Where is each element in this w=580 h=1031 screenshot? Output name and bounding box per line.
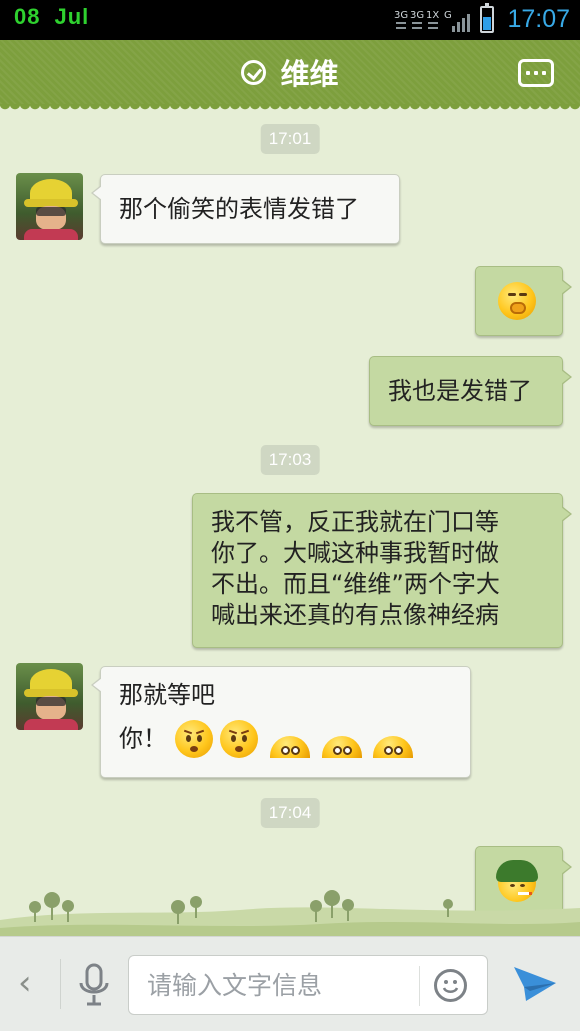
contact-name: 维维	[280, 57, 339, 91]
message-line: 那就等吧	[119, 681, 215, 709]
message-text: 我也是发错了	[388, 377, 532, 405]
contact-avatar[interactable]	[16, 173, 83, 240]
message-line: 你了。大喊这种事我暂时做	[211, 539, 499, 567]
battery-level	[483, 17, 491, 30]
battery-icon	[480, 3, 494, 33]
message-text: 你！	[119, 724, 167, 753]
message-bubble-incoming[interactable]: 那个偷笑的表情发错了	[91, 174, 400, 244]
status-month: Jul	[54, 4, 90, 29]
network-signal-icon: 3G 3G 1X G	[394, 10, 470, 32]
message-input-field[interactable]	[128, 955, 488, 1015]
timestamp: 17:03	[260, 445, 320, 475]
divider	[419, 966, 420, 1006]
message-line: 喊出来还真的有点像神经病	[211, 601, 499, 629]
timestamp: 17:01	[260, 124, 320, 154]
message-line: 我不管，反正我就在门口等	[211, 508, 499, 536]
send-icon[interactable]	[512, 963, 558, 1005]
microphone-icon[interactable]	[78, 963, 110, 1007]
smiley-icon[interactable]	[434, 969, 467, 1002]
status-day: 08	[14, 4, 41, 29]
message-bubble-outgoing[interactable]	[475, 266, 572, 336]
message-input[interactable]	[147, 956, 417, 1014]
more-dots-icon[interactable]	[518, 59, 554, 87]
header-title-group: 维维	[0, 40, 580, 104]
message-list[interactable]: 17:01 那个偷笑的表情发错了 我也是发错了 17:03 我不管，反正我就在门…	[0, 110, 580, 936]
svg-text:3G: 3G	[394, 10, 408, 21]
peek-emoji-icon	[321, 736, 362, 758]
message-line-with-emojis: 你！	[119, 720, 452, 760]
chat-header: 维维	[0, 40, 580, 110]
status-time: 17:07	[507, 5, 570, 33]
status-date: 08 Jul	[14, 4, 103, 30]
svg-text:1X: 1X	[426, 10, 439, 21]
check-circle-icon	[241, 59, 267, 85]
message-line: 不出。而且“维维”两个字大	[211, 570, 500, 598]
svg-text:3G: 3G	[410, 10, 424, 21]
svg-text:G: G	[444, 10, 452, 21]
snicker-emoji-icon	[498, 282, 536, 320]
message-text: 那个偷笑的表情发错了	[119, 195, 359, 223]
angry-emoji-icon	[174, 720, 213, 758]
hills-decoration	[0, 890, 580, 936]
chevron-left-icon[interactable]: ‹	[18, 963, 32, 1003]
message-bubble-outgoing[interactable]: 我也是发错了	[369, 356, 572, 426]
angry-emoji-icon	[220, 720, 259, 758]
peek-emoji-icon	[373, 736, 414, 758]
status-bar: 08 Jul 3G 3G 1X G 17:07	[0, 0, 580, 40]
timestamp: 17:04	[260, 798, 320, 828]
peek-emoji-icon	[269, 736, 310, 758]
contact-avatar[interactable]	[16, 663, 83, 730]
message-bubble-outgoing[interactable]: 我不管，反正我就在门口等 你了。大喊这种事我暂时做 不出。而且“维维”两个字大 …	[192, 493, 572, 648]
divider	[60, 959, 61, 1009]
message-bubble-incoming[interactable]: 那就等吧 你！	[91, 666, 471, 778]
input-bar: ‹	[0, 936, 580, 1031]
